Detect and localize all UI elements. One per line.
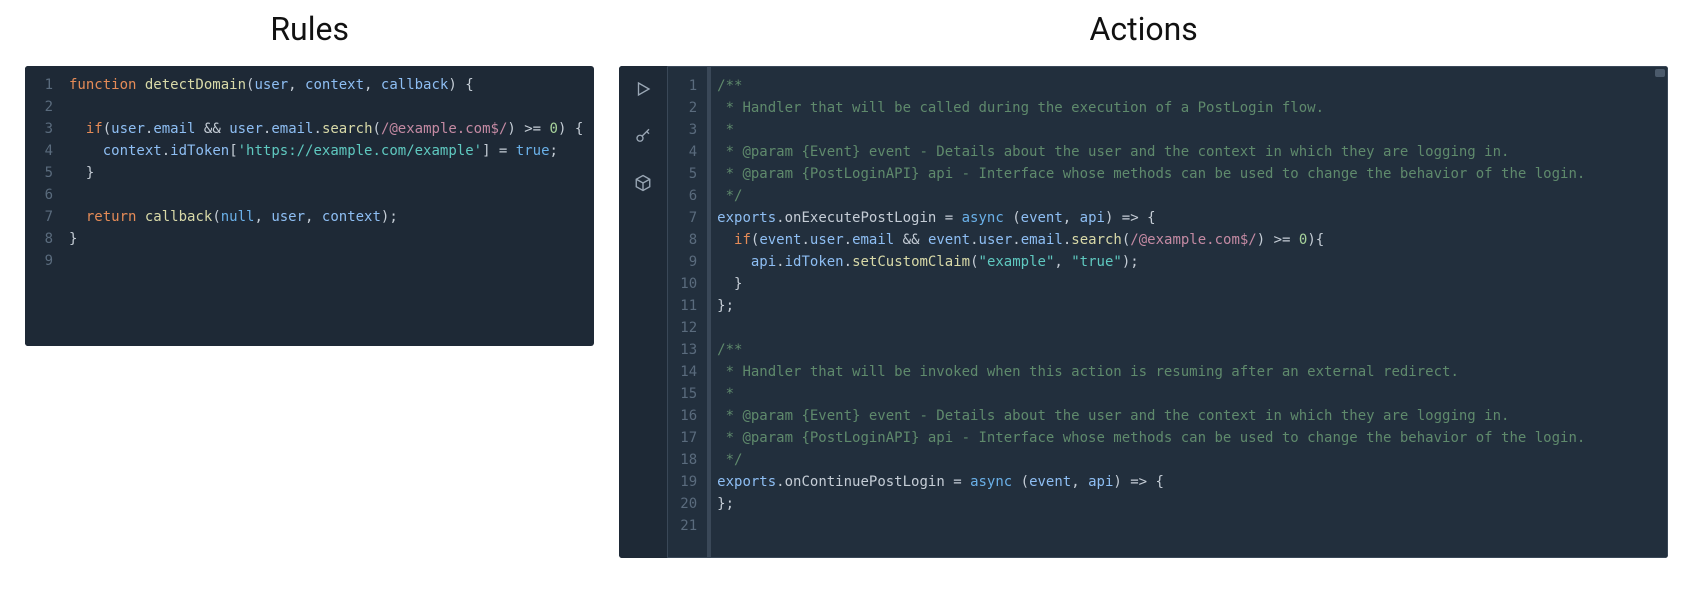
code-line[interactable]: }	[69, 162, 584, 184]
code-line[interactable]: * Handler that will be called during the…	[717, 97, 1643, 119]
line-number: 1	[680, 75, 697, 97]
code-line[interactable]: }	[717, 273, 1643, 295]
code-line[interactable]: }	[69, 228, 584, 250]
code-line[interactable]: /**	[717, 339, 1643, 361]
line-number: 11	[680, 295, 697, 317]
code-line[interactable]: * @param {PostLoginAPI} api - Interface …	[717, 427, 1643, 449]
vertical-scrollbar[interactable]	[1653, 67, 1667, 557]
line-number: 4	[680, 141, 697, 163]
code-line[interactable]: *	[717, 119, 1643, 141]
code-line[interactable]: };	[717, 493, 1643, 515]
line-number: 20	[680, 493, 697, 515]
actions-code[interactable]: /** * Handler that will be called during…	[711, 67, 1653, 557]
rules-gutter: 123456789	[25, 66, 63, 346]
code-line[interactable]: * @param {Event} event - Details about t…	[717, 141, 1643, 163]
line-number: 10	[680, 273, 697, 295]
editor-icon-rail	[619, 66, 667, 558]
code-line[interactable]: };	[717, 295, 1643, 317]
code-line[interactable]: * Handler that will be invoked when this…	[717, 361, 1643, 383]
line-number: 8	[37, 228, 53, 250]
comparison-container: Rules 123456789 function detectDomain(us…	[25, 10, 1668, 558]
line-number: 7	[680, 207, 697, 229]
code-line[interactable]: */	[717, 449, 1643, 471]
code-line[interactable]: function detectDomain(user, context, cal…	[69, 74, 584, 96]
line-number: 5	[37, 162, 53, 184]
line-number: 15	[680, 383, 697, 405]
code-line[interactable]: * @param {Event} event - Details about t…	[717, 405, 1643, 427]
code-line[interactable]	[69, 96, 584, 118]
line-number: 9	[37, 250, 53, 272]
play-icon[interactable]	[634, 80, 652, 105]
line-number: 7	[37, 206, 53, 228]
rules-editor[interactable]: 123456789 function detectDomain(user, co…	[25, 66, 594, 346]
code-line[interactable]: if(user.email && user.email.search(/@exa…	[69, 118, 584, 140]
line-number: 2	[37, 96, 53, 118]
actions-title: Actions	[619, 10, 1668, 48]
line-number: 6	[680, 185, 697, 207]
line-number: 13	[680, 339, 697, 361]
actions-gutter: 123456789101112131415161718192021	[668, 67, 707, 557]
line-number: 21	[680, 515, 697, 537]
code-line[interactable]: * @param {PostLoginAPI} api - Interface …	[717, 163, 1643, 185]
code-line[interactable]	[717, 515, 1643, 537]
line-number: 3	[680, 119, 697, 141]
line-number: 3	[37, 118, 53, 140]
line-number: 8	[680, 229, 697, 251]
code-line[interactable]: exports.onContinuePostLogin = async (eve…	[717, 471, 1643, 493]
code-line[interactable]: *	[717, 383, 1643, 405]
code-line[interactable]: */	[717, 185, 1643, 207]
line-number: 6	[37, 184, 53, 206]
line-number: 5	[680, 163, 697, 185]
code-line[interactable]: api.idToken.setCustomClaim("example", "t…	[717, 251, 1643, 273]
code-line[interactable]: return callback(null, user, context);	[69, 206, 584, 228]
scrollbar-thumb[interactable]	[1655, 69, 1665, 77]
line-number: 16	[680, 405, 697, 427]
line-number: 4	[37, 140, 53, 162]
line-number: 9	[680, 251, 697, 273]
line-number: 18	[680, 449, 697, 471]
rules-code[interactable]: function detectDomain(user, context, cal…	[63, 66, 594, 346]
line-number: 2	[680, 97, 697, 119]
actions-panel: Actions 12345678910111213141516171819202…	[619, 10, 1668, 558]
actions-editor-inner: 123456789101112131415161718192021 /** * …	[667, 66, 1668, 558]
code-line[interactable]: /**	[717, 75, 1643, 97]
cube-icon[interactable]	[634, 174, 652, 199]
code-line[interactable]	[69, 184, 584, 206]
code-line[interactable]	[717, 317, 1643, 339]
actions-editor[interactable]: 123456789101112131415161718192021 /** * …	[619, 66, 1668, 558]
key-icon[interactable]	[634, 127, 652, 152]
line-number: 14	[680, 361, 697, 383]
rules-title: Rules	[25, 10, 594, 48]
line-number: 1	[37, 74, 53, 96]
code-line[interactable]: exports.onExecutePostLogin = async (even…	[717, 207, 1643, 229]
code-line[interactable]: if(event.user.email && event.user.email.…	[717, 229, 1643, 251]
line-number: 17	[680, 427, 697, 449]
line-number: 19	[680, 471, 697, 493]
rules-panel: Rules 123456789 function detectDomain(us…	[25, 10, 594, 558]
code-line[interactable]: context.idToken['https://example.com/exa…	[69, 140, 584, 162]
code-line[interactable]	[69, 250, 584, 272]
line-number: 12	[680, 317, 697, 339]
